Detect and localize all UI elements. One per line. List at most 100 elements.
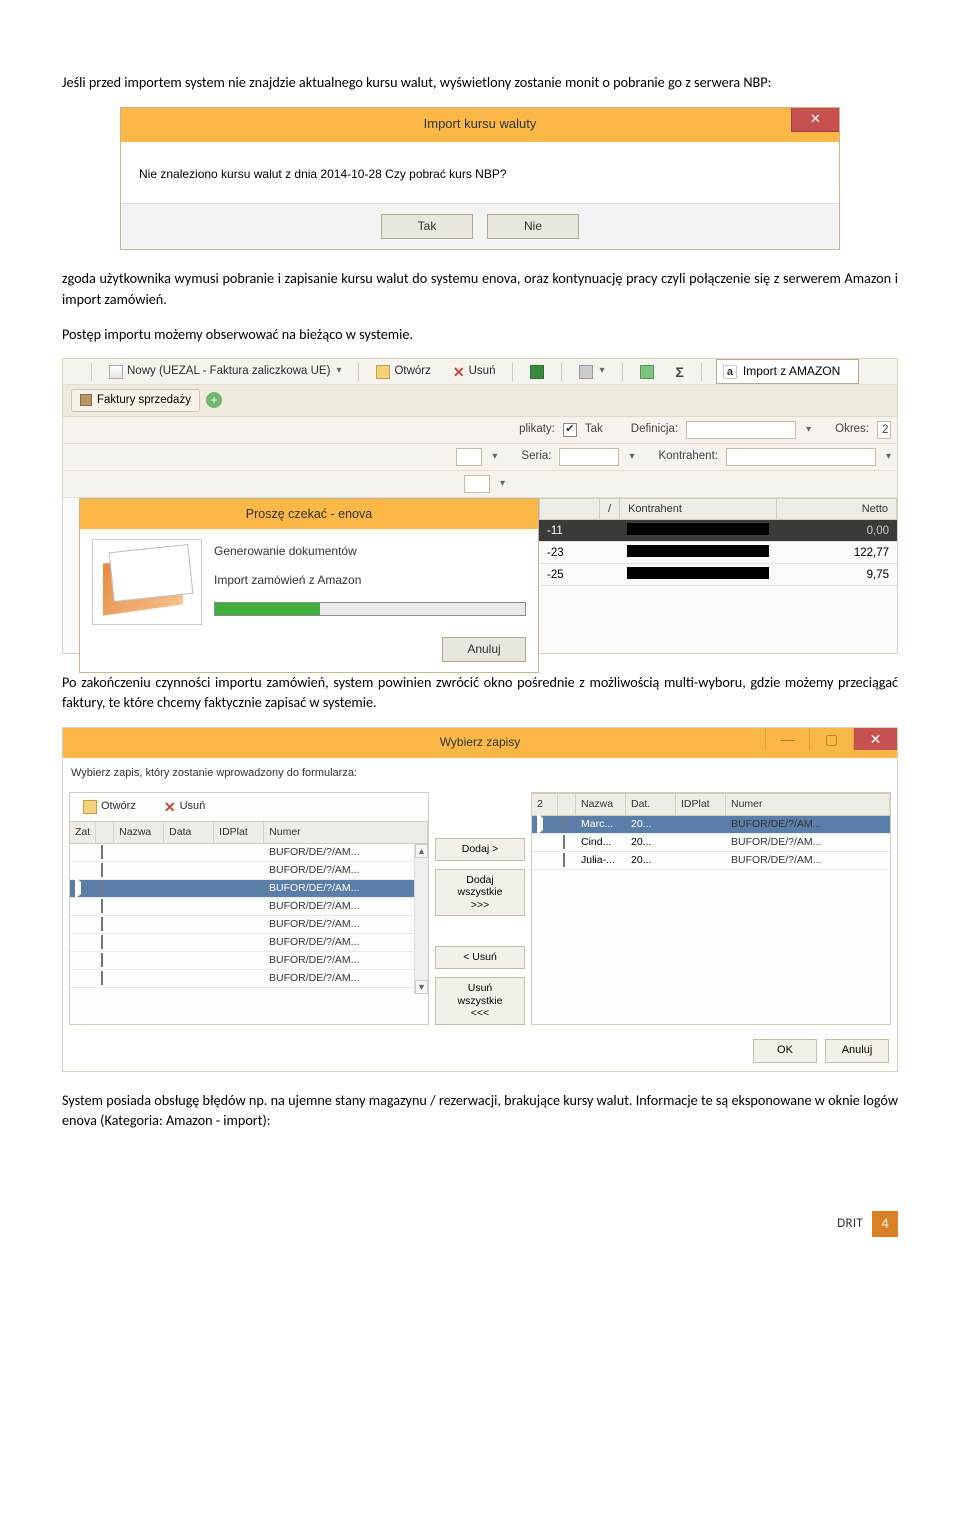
progress-line-1: Generowanie dokumentów: [214, 543, 526, 560]
ok-button[interactable]: OK: [753, 1039, 817, 1063]
empty-select-2[interactable]: [464, 475, 490, 493]
col-numer[interactable]: Numer: [264, 822, 428, 843]
folder-open-icon: [376, 365, 390, 379]
main-toolbar: Nowy (UEZAL - Faktura zaliczkowa UE) ▾ O…: [63, 359, 897, 385]
col-nazwa-r[interactable]: Nazwa: [576, 794, 626, 815]
progress-dialog: Proszę czekać - enova Generowanie dokume…: [79, 498, 539, 673]
tab-icon: [80, 394, 92, 406]
folder-icon: [640, 365, 654, 379]
progress-title[interactable]: Proszę czekać - enova: [80, 499, 538, 529]
amazon-icon: a: [723, 365, 737, 379]
definicja-select[interactable]: [686, 421, 796, 439]
remove-button[interactable]: < Usuń: [435, 946, 525, 969]
list-item[interactable]: BUFOR/DE/?/AM...: [70, 970, 428, 988]
otworz-button[interactable]: Otwórz: [367, 360, 439, 383]
wyb-usun-button[interactable]: ✕ Usuń: [155, 796, 214, 818]
list-item[interactable]: Marc...20...BUFOR/DE/?/AM...: [532, 816, 890, 834]
col-nazwa[interactable]: Nazwa: [114, 822, 164, 843]
maximize-icon[interactable]: ▢: [809, 728, 853, 750]
excel-icon: [530, 365, 544, 379]
sigma-icon: Σ: [676, 362, 684, 382]
remove-all-button[interactable]: Usuńwszystkie<<<: [435, 977, 525, 1025]
usun-label: Usuń: [469, 363, 496, 380]
empty-select-1[interactable]: [456, 448, 482, 466]
tab-faktury-sprzedazy[interactable]: Faktury sprzedaży: [71, 389, 200, 412]
src-grid-header: Zat Nazwa Data IDPlat Numer: [70, 821, 428, 844]
cancel-button[interactable]: Anuluj: [442, 637, 526, 662]
nowy-label: Nowy (UEZAL - Faktura zaliczkowa UE): [127, 363, 330, 380]
scrollbar[interactable]: ▲ ▼: [414, 844, 428, 994]
wyb-title: Wybierz zapisy: [440, 734, 521, 751]
transfer-buttons: Dodaj > Dodajwszystkie>>> < Usuń Usuńwsz…: [435, 792, 525, 1025]
col-data[interactable]: Data: [164, 822, 214, 843]
list-item[interactable]: BUFOR/DE/?/AM...: [70, 952, 428, 970]
dialog-message: Nie znaleziono kursu walut z dnia 2014-1…: [139, 166, 821, 183]
document-icon: [109, 365, 123, 379]
list-item[interactable]: BUFOR/DE/?/AM...: [70, 916, 428, 934]
table-row[interactable]: -23122,77: [539, 542, 897, 564]
nowy-button[interactable]: Nowy (UEZAL - Faktura zaliczkowa UE) ▾: [100, 360, 350, 383]
table-row[interactable]: -110,00: [539, 520, 897, 542]
tgt-grid-header: 2 Nazwa Dat. IDPlat Numer: [532, 793, 890, 816]
kontrahent-select[interactable]: [726, 448, 876, 466]
close-icon[interactable]: ✕: [791, 108, 839, 132]
list-item[interactable]: Julia-...20...BUFOR/DE/?/AM...: [532, 852, 890, 870]
add-button[interactable]: Dodaj >: [435, 838, 525, 861]
add-tab-button[interactable]: +: [206, 392, 222, 408]
scroll-down-icon[interactable]: ▼: [415, 980, 428, 994]
yes-button[interactable]: Tak: [381, 214, 473, 239]
table-row[interactable]: -259,75: [539, 564, 897, 586]
col-idplat-r[interactable]: IDPlat: [676, 794, 726, 815]
dialog-titlebar[interactable]: Import kursu waluty ✕: [121, 108, 839, 142]
minimize-icon[interactable]: —: [765, 728, 809, 750]
col-zat[interactable]: Zat: [70, 822, 96, 843]
delete-icon: ✕: [453, 366, 465, 378]
col-numer-r[interactable]: Numer: [726, 794, 890, 815]
import-amazon-button[interactable]: a Import z AMAZON: [716, 359, 859, 384]
paragraph-4: Po zakończeniu czynności importu zamówie…: [62, 672, 898, 713]
seria-select[interactable]: [559, 448, 619, 466]
print-button[interactable]: ▾: [570, 361, 613, 382]
col-slash[interactable]: /: [600, 499, 620, 519]
filter-okres-label: Okres:: [835, 421, 869, 438]
page-number: 4: [872, 1211, 898, 1237]
scroll-up-icon[interactable]: ▲: [415, 844, 428, 858]
tabstrip: Faktury sprzedaży +: [63, 385, 897, 417]
col-2[interactable]: 2: [532, 794, 558, 815]
sum-button[interactable]: Σ: [667, 359, 693, 385]
page-footer: DRIT 4: [62, 1211, 898, 1237]
col-kontrahent[interactable]: Kontrahent: [620, 499, 777, 519]
list-item[interactable]: BUFOR/DE/?/AM...: [70, 880, 428, 898]
excel-button[interactable]: [521, 362, 553, 382]
paragraph-3: Postęp importu możemy obserwować na bież…: [62, 324, 898, 345]
folder-open-icon: [83, 800, 97, 814]
amazon-label: Import z AMAZON: [743, 363, 840, 380]
close-icon[interactable]: ✕: [853, 728, 897, 750]
usun-button[interactable]: ✕ Usuń: [444, 360, 505, 383]
list-item[interactable]: BUFOR/DE/?/AM...: [70, 844, 428, 862]
list-item[interactable]: BUFOR/DE/?/AM...: [70, 934, 428, 952]
target-panel: 2 Nazwa Dat. IDPlat Numer Marc...20...BU…: [531, 792, 891, 1025]
col-dat-r[interactable]: Dat.: [626, 794, 676, 815]
chevron-down-icon: ▾: [336, 364, 341, 379]
dialog-import-kursu: Import kursu waluty ✕ Nie znaleziono kur…: [120, 107, 840, 251]
source-panel: Otwórz ✕ Usuń Zat Nazwa Data IDPlat Nume…: [69, 792, 429, 1025]
col-netto[interactable]: Netto: [777, 499, 897, 519]
anuluj-button[interactable]: Anuluj: [825, 1039, 889, 1063]
list-item[interactable]: Cind...20...BUFOR/DE/?/AM...: [532, 834, 890, 852]
col-idplat[interactable]: IDPlat: [214, 822, 264, 843]
grid-header: / Kontrahent Netto: [539, 498, 897, 520]
list-item[interactable]: BUFOR/DE/?/AM...: [70, 862, 428, 880]
add-all-button[interactable]: Dodajwszystkie>>>: [435, 869, 525, 917]
duplikaty-checkbox[interactable]: ✔: [563, 423, 577, 437]
folder-button[interactable]: [631, 362, 663, 382]
wyb-titlebar[interactable]: Wybierz zapisy — ▢ ✕: [63, 728, 897, 758]
otworz-label: Otwórz: [394, 363, 430, 380]
filter-definicja-label: Definicja:: [631, 421, 678, 438]
footer-brand: DRIT: [837, 1216, 863, 1231]
list-item[interactable]: BUFOR/DE/?/AM...: [70, 898, 428, 916]
no-button[interactable]: Nie: [487, 214, 579, 239]
filter-duplikaty-label: plikaty:: [519, 421, 555, 438]
okres-input[interactable]: 2: [877, 421, 891, 439]
wyb-otworz-button[interactable]: Otwórz: [74, 796, 145, 818]
